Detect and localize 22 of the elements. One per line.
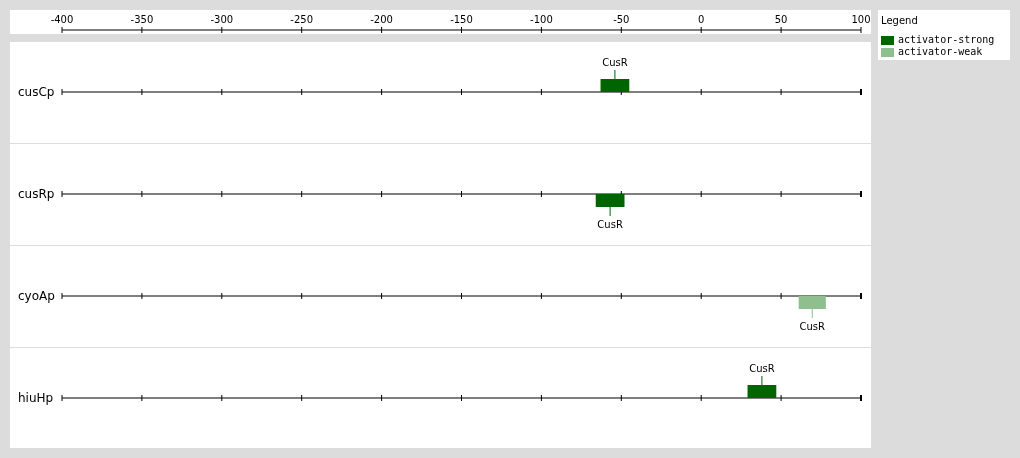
tick-label: -300 — [210, 14, 234, 25]
promoter-label: cyoAp — [18, 289, 55, 303]
promoter-label: cusCp — [18, 85, 55, 99]
legend-label: activator-weak — [898, 46, 983, 58]
tick-label: 50 — [774, 14, 788, 25]
site-label: CusR — [602, 57, 628, 68]
legend-title: Legend — [881, 14, 919, 28]
site-label: CusR — [749, 363, 775, 374]
tick-label: -400 — [50, 14, 74, 25]
site-label: CusR — [799, 321, 825, 332]
tick-label: -350 — [130, 14, 154, 25]
tick-label: -100 — [530, 14, 553, 25]
promoter-label: cusRp — [18, 187, 55, 201]
tick-label: -200 — [370, 14, 393, 25]
tick-label: -250 — [290, 14, 314, 25]
tick-label: 0 — [698, 14, 705, 25]
tick-label: -50 — [613, 14, 630, 25]
tick-label: -150 — [450, 14, 473, 25]
legend-label: activator-strong — [898, 34, 995, 46]
site-label: CusR — [597, 219, 623, 230]
promoter-label: hiuHp — [18, 391, 54, 405]
tick-label: 100 — [851, 14, 871, 25]
